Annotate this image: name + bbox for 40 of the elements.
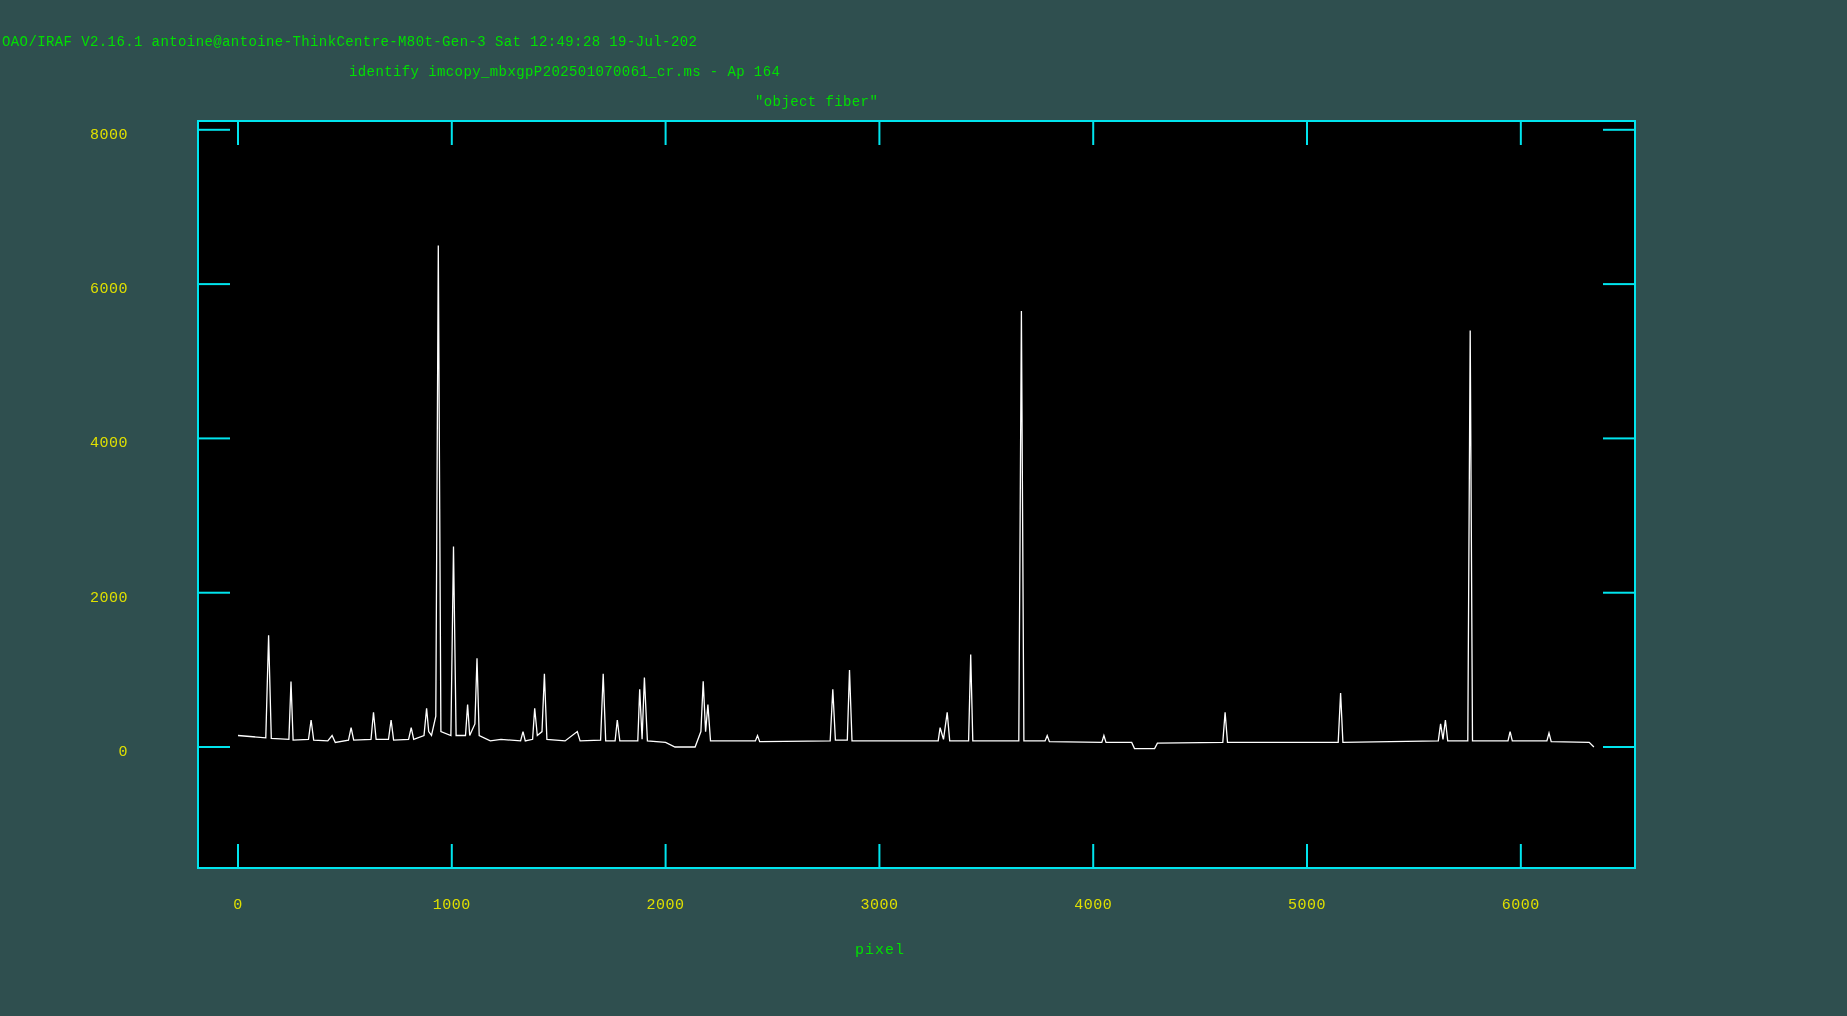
y-tick-label: 0 (118, 744, 128, 761)
tick-mark (878, 843, 881, 869)
x-tick-label: 0 (233, 897, 243, 914)
tick-mark (1519, 843, 1522, 869)
tick-mark (1519, 120, 1522, 146)
tick-mark (1602, 437, 1636, 440)
tick-mark (197, 128, 231, 131)
x-tick-label: 5000 (1288, 897, 1327, 914)
y-tick-label: 4000 (90, 435, 128, 453)
plot-subtitle: "object fiber" (754, 93, 880, 112)
x-tick-label: 6000 (1501, 897, 1540, 914)
tick-mark (664, 120, 667, 146)
tick-mark (1602, 283, 1636, 286)
tick-mark (197, 746, 231, 748)
tick-mark (450, 843, 453, 869)
tick-mark (664, 843, 667, 869)
y-tick-label: 2000 (90, 589, 128, 607)
x-tick-label: 2000 (646, 897, 685, 914)
tick-mark (1306, 843, 1308, 869)
tick-mark (450, 120, 453, 146)
tick-mark (1306, 120, 1308, 146)
x-tick-label: 3000 (860, 897, 899, 914)
x-axis-label: pixel (855, 942, 905, 959)
y-tick-label: 8000 (90, 126, 128, 144)
tick-mark (1602, 591, 1636, 594)
tick-mark (237, 843, 239, 869)
tick-mark (197, 437, 231, 440)
tick-mark (1602, 746, 1636, 748)
plot-title: identify imcopy_mbxgpP202501070061_cr.ms - Ap 164 (348, 63, 782, 82)
tick-mark (1602, 128, 1636, 131)
tick-mark (1092, 120, 1095, 146)
x-tick-label: 1000 (432, 897, 471, 914)
tick-mark (197, 591, 231, 594)
tick-mark (1092, 843, 1095, 869)
tick-mark (237, 120, 239, 146)
y-tick-label: 6000 (90, 281, 128, 299)
banner-text: OAO/IRAF V2.16.1 antoine@antoine-ThinkCentre-M80t-Gen-3 Sat 12:49:28 19-Jul-202 (1, 33, 699, 52)
x-tick-label: 4000 (1074, 897, 1113, 914)
tick-mark (197, 283, 231, 286)
tick-mark (878, 120, 881, 146)
